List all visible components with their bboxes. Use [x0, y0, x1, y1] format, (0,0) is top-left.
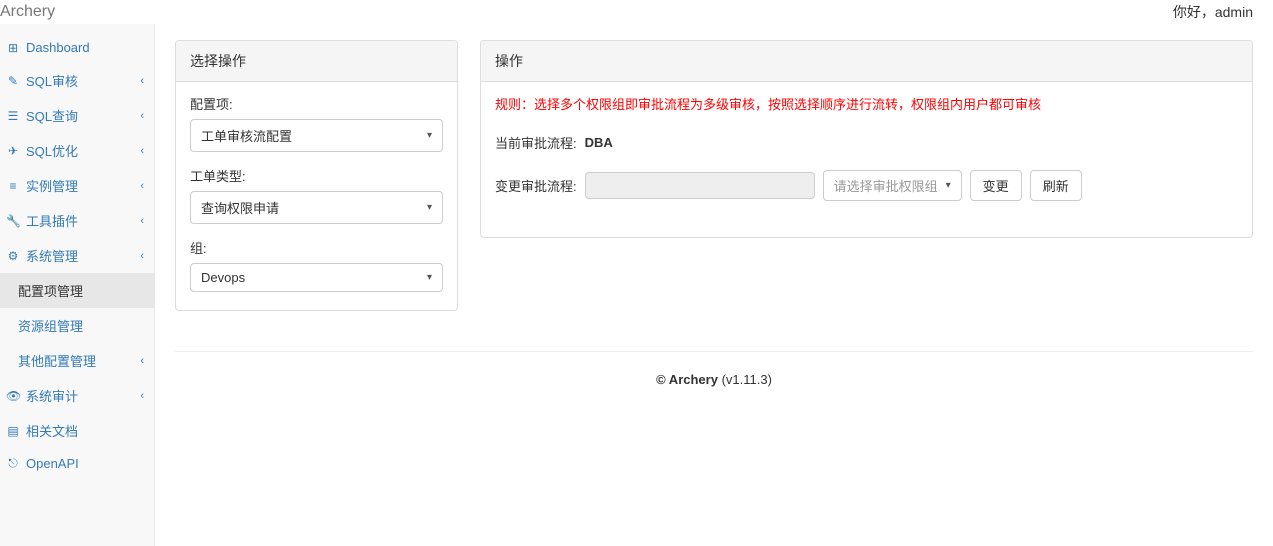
caret-down-icon: ▾: [946, 180, 951, 191]
footer-version: (v1.11.3): [718, 372, 772, 387]
select-placeholder: 请选择审批权限组: [834, 176, 938, 195]
nav-instance-manage[interactable]: ≡ 实例管理 ‹: [0, 168, 154, 203]
main-content: 选择操作 配置项: 工单审核流配置 ▾ 工单类型: 查询权限申请 ▾ 组: De…: [155, 24, 1273, 546]
sidebar: ⊞ Dashboard ✎ SQL审核 ‹ ☰ SQL查询 ‹ ✈ SQL优化 …: [0, 24, 155, 546]
chevron-left-icon: ‹: [140, 75, 144, 87]
change-flow-input[interactable]: [585, 172, 815, 199]
operation-panel: 操作 规则：选择多个权限组即审批流程为多级审核，按照选择顺序进行流转，权限组内用…: [480, 40, 1253, 238]
workorder-type-label: 工单类型:: [190, 166, 443, 185]
select-operation-panel: 选择操作 配置项: 工单审核流配置 ▾ 工单类型: 查询权限申请 ▾ 组: De…: [175, 40, 458, 311]
nav-system-audit[interactable]: 👁 系统审计 ‹: [0, 378, 154, 413]
database-icon: ≡: [6, 179, 20, 193]
nav-sql-optimize[interactable]: ✈ SQL优化 ‹: [0, 133, 154, 168]
current-flow-label: 当前审批流程:: [495, 133, 577, 152]
chevron-left-icon: ‹: [140, 215, 144, 227]
auth-group-select[interactable]: 请选择审批权限组 ▾: [823, 170, 962, 201]
subnav-resource-group[interactable]: 资源组管理: [0, 308, 154, 343]
caret-down-icon: ▾: [427, 130, 432, 141]
caret-down-icon: ▾: [427, 272, 432, 283]
config-item-label: 配置项:: [190, 94, 443, 113]
caret-down-icon: ▾: [427, 202, 432, 213]
wrench-icon: 🔧: [6, 214, 20, 228]
footer: © Archery (v1.11.3): [175, 352, 1253, 407]
footer-brand: © Archery: [656, 372, 718, 387]
subnav-label: 其他配置管理: [18, 351, 96, 370]
subnav-other-config[interactable]: 其他配置管理 ‹: [0, 343, 154, 378]
nav-label: OpenAPI: [26, 456, 79, 471]
chevron-left-icon: ‹: [140, 145, 144, 157]
rocket-icon: ✈: [6, 144, 20, 158]
nav-sql-query[interactable]: ☰ SQL查询 ‹: [0, 98, 154, 133]
dashboard-icon: ⊞: [6, 41, 20, 55]
change-button[interactable]: 变更: [970, 170, 1022, 201]
list-icon: ☰: [6, 109, 20, 123]
config-item-select[interactable]: 工单审核流配置 ▾: [190, 119, 443, 152]
nav-dashboard[interactable]: ⊞ Dashboard: [0, 32, 154, 63]
chevron-left-icon: ‹: [140, 180, 144, 192]
book-icon: ▤: [6, 424, 20, 438]
nav-label: 相关文档: [26, 421, 78, 440]
select-value: Devops: [201, 270, 245, 285]
nav-label: 系统审计: [26, 386, 78, 405]
current-flow-value: DBA: [585, 135, 613, 150]
select-value: 查询权限申请: [201, 198, 279, 217]
group-select[interactable]: Devops ▾: [190, 263, 443, 292]
workorder-type-select[interactable]: 查询权限申请 ▾: [190, 191, 443, 224]
chevron-left-icon: ‹: [140, 250, 144, 262]
chevron-left-icon: ‹: [140, 390, 144, 402]
nav-label: Dashboard: [26, 40, 90, 55]
api-icon: ⎋: [6, 456, 20, 471]
nav-label: 实例管理: [26, 176, 78, 195]
nav-openapi[interactable]: ⎋ OpenAPI: [0, 448, 154, 479]
nav-label: 系统管理: [26, 246, 78, 265]
group-label: 组:: [190, 238, 443, 257]
nav-label: SQL审核: [26, 71, 78, 90]
cogs-icon: ⚙: [6, 249, 20, 263]
eye-icon: 👁: [6, 389, 20, 403]
nav-sql-review[interactable]: ✎ SQL审核 ‹: [0, 63, 154, 98]
chevron-left-icon: ‹: [140, 110, 144, 122]
nav-label: SQL优化: [26, 141, 78, 160]
nav-label: 工具插件: [26, 211, 78, 230]
rule-text: 规则：选择多个权限组即审批流程为多级审核，按照选择顺序进行流转，权限组内用户都可…: [495, 94, 1238, 113]
nav-docs[interactable]: ▤ 相关文档: [0, 413, 154, 448]
refresh-button[interactable]: 刷新: [1030, 170, 1082, 201]
select-value: 工单审核流配置: [201, 126, 292, 145]
panel-heading: 选择操作: [176, 41, 457, 82]
pencil-icon: ✎: [6, 74, 20, 88]
nav-system-manage[interactable]: ⚙ 系统管理 ‹: [0, 238, 154, 273]
change-flow-label: 变更审批流程:: [495, 176, 577, 195]
brand-title: Archery: [0, 3, 55, 21]
greeting-text[interactable]: 你好，admin: [1173, 2, 1253, 22]
panel-heading: 操作: [481, 41, 1252, 82]
nav-label: SQL查询: [26, 106, 78, 125]
subnav-config-manage[interactable]: 配置项管理: [0, 273, 154, 308]
chevron-left-icon: ‹: [140, 355, 144, 367]
nav-tools[interactable]: 🔧 工具插件 ‹: [0, 203, 154, 238]
